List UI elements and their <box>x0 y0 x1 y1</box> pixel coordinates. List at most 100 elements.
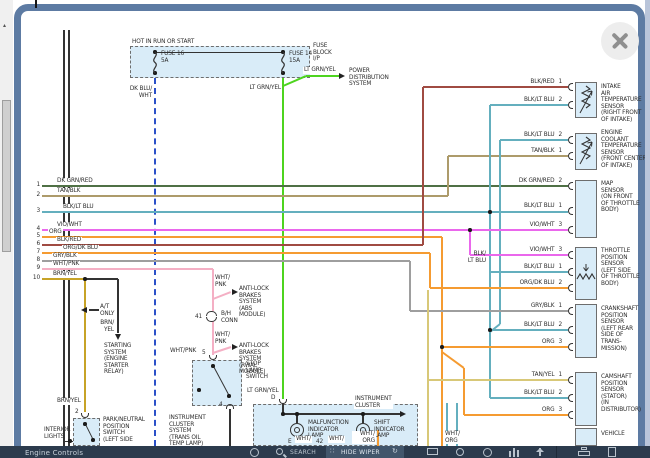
wire-vio-wht <box>42 229 568 231</box>
wire-blk-lt-blu <box>490 329 568 331</box>
search-label[interactable]: SEARCH <box>290 449 316 456</box>
pin-number: 3 <box>558 247 562 253</box>
zoom-icon[interactable] <box>456 448 464 456</box>
printer-icon-top <box>581 447 587 450</box>
sensor-label-map: MAP SENSOR (ON FRONT OF THROTTLE BODY) <box>601 181 639 214</box>
wire-tan-blk <box>448 155 568 157</box>
wire-number: 4 <box>24 226 40 233</box>
junction-dot <box>83 422 87 426</box>
wire-label: BLK/RED <box>56 237 82 244</box>
pin-wire-color: BLK/LT BLU <box>524 132 554 138</box>
label-1-rating: 15A <box>289 58 300 65</box>
chart-icon[interactable] <box>509 451 511 457</box>
pin-wire-color: DK GRN/RED <box>519 178 555 184</box>
label-pins-bh: B/H CONN <box>221 311 238 324</box>
wire-label: ORG/DK BLU <box>62 245 99 252</box>
wire-blk-lt-blu <box>499 140 501 324</box>
label-fuse_block-header: HOT IN RUN OR START <box>132 39 194 46</box>
pin-label: VIO/WHT3 <box>498 247 562 254</box>
label-0-rating: 5A <box>161 58 168 65</box>
label-destinations-power: POWER DISTRIBUTION SYSTEM <box>349 68 389 88</box>
wire-wht-pnk <box>42 268 213 270</box>
wire-black <box>117 279 118 333</box>
cursor-tick <box>35 0 37 8</box>
pin-arc <box>568 343 573 351</box>
label-0-name: FUSE 16 <box>161 51 184 58</box>
grid-icon: ∷ <box>330 447 334 455</box>
monitor-icon[interactable] <box>427 448 438 455</box>
flow-arrow <box>232 289 238 295</box>
label-1-name: FUSE 14 <box>289 51 312 58</box>
label-floating-brn_yel2: BRN/ YEL <box>98 320 114 333</box>
close-button[interactable] <box>601 22 639 60</box>
scrollbar-thumb[interactable] <box>2 100 11 252</box>
vertical-scrollbar[interactable]: ▴ <box>0 0 13 458</box>
wire-wht-pnk <box>212 321 214 355</box>
sensor-label-crankshaft-position: CRANKSHAFT POSITION SENSOR (LEFT REAR SI… <box>601 306 638 352</box>
label-floating-at_only: A/T ONLY <box>100 304 114 317</box>
sensor-label-engine-coolant-temp: ENGINE COOLANT TEMPERATURE SENSOR (FRONT… <box>601 130 646 170</box>
label-fuse_block-block_label: FUSE BLOCK I/P <box>313 43 332 63</box>
user-icon[interactable] <box>483 448 492 457</box>
pin-wire-color: TAN/BLK <box>531 148 554 154</box>
pin-label: BLK/LT BLU1 <box>498 264 562 271</box>
junction-dot <box>281 412 285 416</box>
label-floating-wht_pnk: WHT/ PNK <box>215 332 230 345</box>
search-icon[interactable] <box>276 448 283 455</box>
pin-label: ORG3 <box>498 407 562 414</box>
label-lamps-1: SHIFT INDICATOR LAMP <box>374 420 405 440</box>
pin-arc <box>568 152 573 160</box>
wire-label: WHT/PNK <box>52 261 80 268</box>
pin-arc <box>568 226 573 234</box>
wire-number: 1 <box>24 182 40 189</box>
potentiometer-icon <box>576 263 596 285</box>
pin-label: TAN/BLK 1 <box>498 148 562 155</box>
pin-wire-color: GRY/BLK <box>531 303 555 309</box>
hide-wiper-label: HIDE WIPER <box>341 449 380 456</box>
wire-brn-yel <box>42 278 85 280</box>
wire-tan-yel <box>428 379 568 381</box>
hide-wiper-button[interactable]: ∷ HIDE WIPER ↻ <box>326 446 404 458</box>
junction-dot <box>83 277 87 281</box>
at-only-pointer <box>89 309 99 310</box>
sensor-label-camshaft-position: CAMSHAFT POSITION SENSOR (STATOR) (IN DI… <box>601 374 641 414</box>
pin-label: BLK/LT BLU2 <box>498 97 562 104</box>
wire-label: BLK/LT BLU <box>62 204 94 211</box>
pin-wire-color: BLK/LT BLU <box>524 322 554 328</box>
printer-icon[interactable] <box>578 451 590 456</box>
label-destinations-abs: ANTI-LOCK BRAKES SYSTEM (ABS MODULE) <box>239 286 269 319</box>
pin-label: BLK/LT BLU1 <box>498 203 562 210</box>
pin-arc <box>568 251 573 259</box>
pin-arc <box>568 307 573 315</box>
wire-org <box>441 237 443 446</box>
stop-lamp-switch-box <box>192 360 242 406</box>
export-arrow-icon <box>536 448 544 452</box>
label-floating-wht_pnk1: WHT/PNK <box>170 348 196 355</box>
junction-dot <box>468 228 472 232</box>
label-components-cluster: INSTRUMENT CLUSTER <box>354 396 393 409</box>
pin-label: BLK/RED1 <box>498 79 562 86</box>
pin-number: 1 <box>558 148 562 154</box>
label-pins-pd: D <box>271 395 275 402</box>
pin-arc <box>568 101 573 109</box>
label-floating-brn_yel: BRN/YEL <box>56 398 82 405</box>
wire-blk-red <box>42 244 423 246</box>
scroll-up-icon[interactable]: ▴ <box>3 22 6 29</box>
pin-wire-color: BLK/LT BLU <box>524 390 554 396</box>
pin-arc <box>568 411 573 419</box>
thermistor-icon <box>577 136 595 166</box>
document-icon[interactable] <box>608 447 616 457</box>
pin-wire-color: BLK/LT BLU <box>524 264 554 270</box>
wire-gry-blk <box>409 261 411 311</box>
pin-label: BLK/LT BLU2 <box>498 132 562 139</box>
bulkhead-connector-icon <box>206 311 217 316</box>
pin-number: 1 <box>558 303 562 309</box>
thermistor-icon <box>577 85 595 115</box>
pin-label: BLK/LT BLU2 <box>498 390 562 397</box>
fuse-icon <box>150 51 160 74</box>
clock-icon[interactable] <box>250 448 259 457</box>
wire-label: DK GRN/RED <box>56 178 94 185</box>
label-floating-wht: WHT/ <box>295 436 312 443</box>
pin-number: 1 <box>558 372 562 378</box>
chart-icon <box>517 450 519 457</box>
